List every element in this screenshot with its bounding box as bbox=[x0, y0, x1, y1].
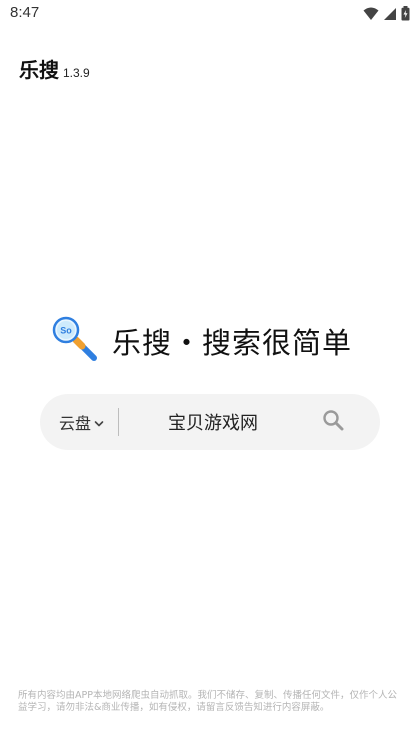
hero: So 乐搜・搜索很简单 bbox=[52, 316, 352, 366]
slogan: 乐搜・搜索很简单 bbox=[112, 326, 353, 360]
cellular-signal-icon bbox=[383, 6, 397, 25]
app-name: 乐搜 bbox=[19, 58, 59, 82]
battery-icon bbox=[401, 6, 410, 25]
search-input[interactable] bbox=[132, 406, 294, 438]
search-divider bbox=[118, 408, 119, 436]
chevron-down-icon bbox=[94, 413, 104, 432]
status-bar: 8:47 bbox=[0, 0, 420, 28]
search-icon bbox=[322, 409, 344, 435]
disclaimer: 所有内容均由APP本地网络爬虫自动抓取。我们不储存、复制、传播任何文件，仅作个人… bbox=[18, 690, 397, 713]
status-time: 8:47 bbox=[10, 4, 40, 21]
search-scope-dropdown[interactable]: 云盘 bbox=[59, 394, 104, 450]
logo-text: So bbox=[60, 326, 72, 336]
status-icons bbox=[363, 6, 410, 25]
app-header: 乐搜 1.3.9 bbox=[19, 54, 90, 83]
search-scope-label: 云盘 bbox=[59, 414, 92, 433]
magnifier-logo-icon: So bbox=[52, 316, 98, 366]
wifi-icon bbox=[363, 6, 379, 25]
app-version: 1.3.9 bbox=[63, 66, 90, 80]
search-button[interactable] bbox=[318, 408, 348, 436]
search-bar: 云盘 bbox=[40, 394, 380, 450]
